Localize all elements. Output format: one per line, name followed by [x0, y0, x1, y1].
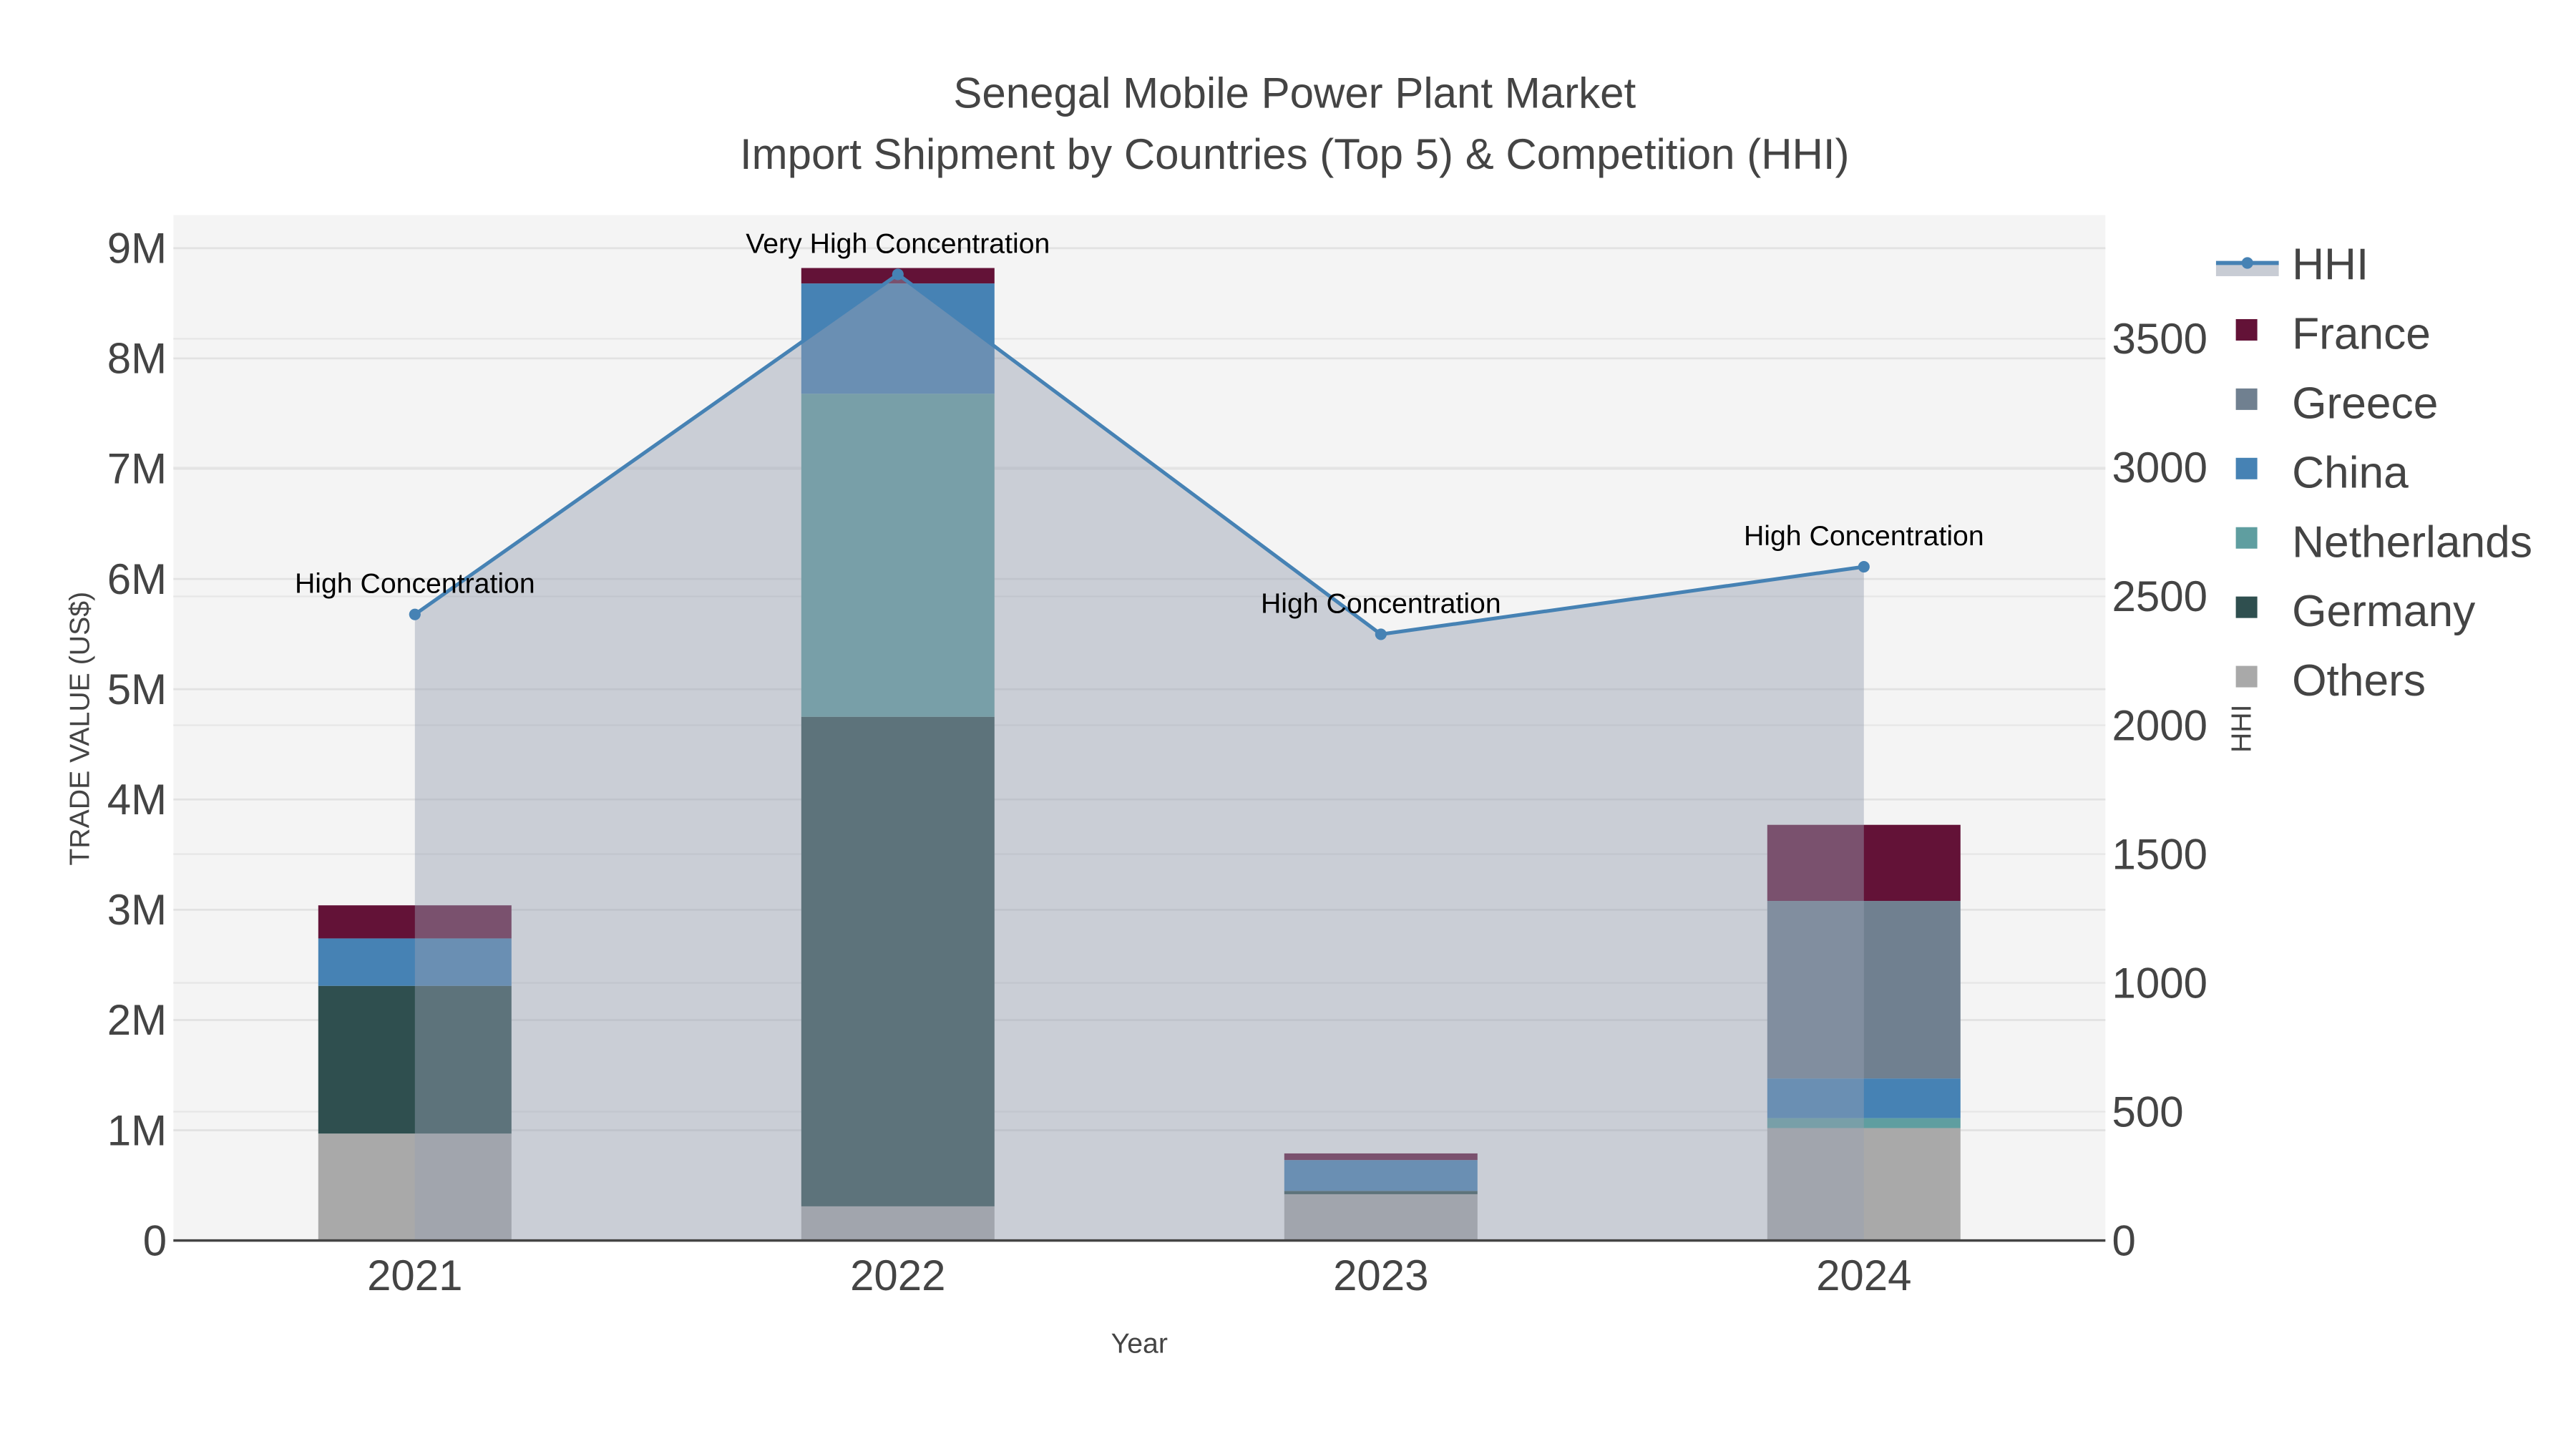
hhi-point-2024: [1858, 560, 1870, 573]
y-tick-label: 5M: [107, 665, 167, 713]
x-tick-label: 2022: [850, 1252, 945, 1299]
legend-swatch-china: [2235, 457, 2258, 479]
y-tick-label: 1M: [107, 1106, 167, 1154]
y2-tick-label: 0: [2112, 1216, 2136, 1264]
legend-label-china: China: [2292, 448, 2409, 497]
x-tick-label: 2021: [367, 1252, 462, 1299]
hhi-point-2023: [1375, 628, 1387, 640]
y2-tick-label: 500: [2112, 1088, 2184, 1136]
legend-label-hhi: HHI: [2292, 240, 2368, 290]
hhi-point-2022: [892, 268, 904, 280]
y2-tick-label: 3500: [2112, 315, 2207, 363]
y2-tick-label: 1500: [2112, 830, 2207, 878]
hhi-annotation-2023: High Concentration: [1261, 587, 1501, 619]
y-tick-label: 4M: [107, 776, 167, 824]
legend-label-germany: Germany: [2292, 587, 2476, 636]
y2-tick-label: 1000: [2112, 959, 2207, 1007]
legend-label-netherlands: Netherlands: [2292, 517, 2532, 567]
legend-swatch-greece: [2235, 388, 2258, 410]
x-axis-label: Year: [1111, 1328, 1168, 1360]
legend-hhi-marker: [2241, 257, 2253, 269]
y-tick-label: 3M: [107, 886, 167, 934]
legend-swatch-others: [2235, 665, 2258, 688]
x-tick-label: 2023: [1333, 1252, 1428, 1299]
y-tick-label: 8M: [107, 335, 167, 383]
legend-swatch-netherlands: [2235, 527, 2258, 549]
legend-label-others: Others: [2292, 656, 2426, 706]
hhi-point-2021: [409, 608, 421, 620]
y-tick-label: 0: [143, 1216, 167, 1264]
y2-tick-label: 2000: [2112, 701, 2207, 749]
y-tick-label: 2M: [107, 996, 167, 1044]
y-tick-label: 6M: [107, 555, 167, 603]
chart-title: Senegal Mobile Power Plant Market: [953, 69, 1636, 117]
legend-swatch-france: [2235, 318, 2258, 341]
x-tick-label: 2024: [1816, 1252, 1911, 1299]
y2-axis-label: HHI: [2225, 704, 2257, 753]
hhi-annotation-2022: Very High Concentration: [746, 228, 1050, 259]
hhi-annotation-2024: High Concentration: [1744, 520, 1984, 552]
chart-subtitle: Import Shipment by Countries (Top 5) & C…: [740, 130, 1850, 178]
hhi-annotation-2021: High Concentration: [295, 568, 535, 600]
y2-tick-label: 3000: [2112, 444, 2207, 492]
chart: Senegal Mobile Power Plant Market Import…: [64, 69, 2532, 1360]
legend-label-greece: Greece: [2292, 379, 2438, 428]
legend-label-france: France: [2292, 309, 2431, 358]
y-tick-label: 7M: [107, 445, 167, 493]
legend-swatch-germany: [2235, 596, 2258, 618]
y-axis-label: TRADE VALUE (US$): [64, 592, 96, 866]
y-tick-label: 9M: [107, 225, 167, 273]
y2-tick-label: 2500: [2112, 572, 2207, 620]
